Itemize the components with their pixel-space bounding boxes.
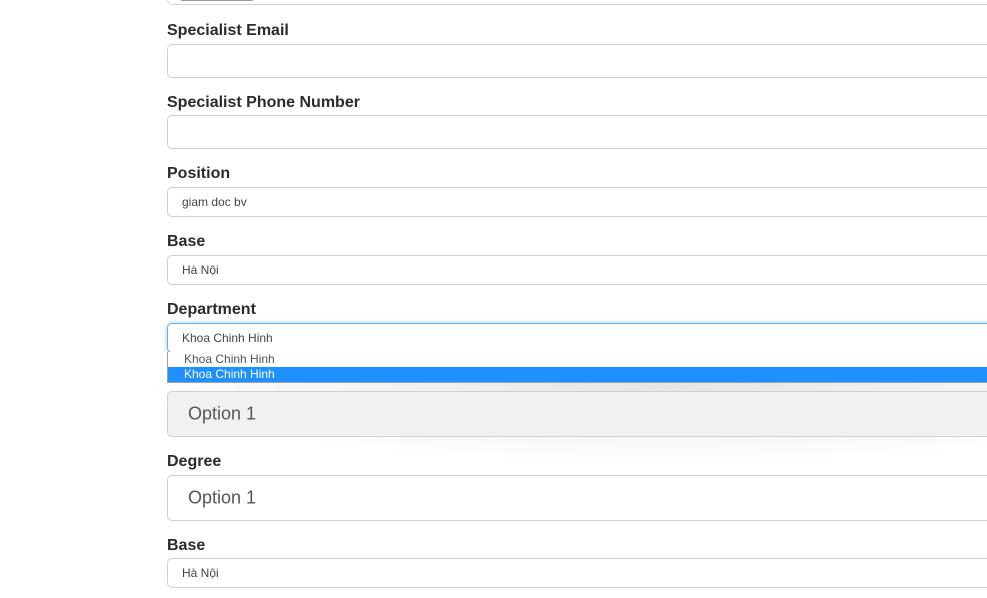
base-2-label: Base [167,537,206,554]
position-select[interactable]: giam doc bv [167,187,987,217]
base-label: Base [167,233,206,250]
department-select[interactable]: Khoa Chinh Hinh [167,323,987,353]
department-option-highlighted[interactable]: Khoa Chinh Hinh [168,367,987,382]
position-label: Position [167,165,231,182]
base-value: Hà Nội [182,263,219,277]
specialist-phone-label: Specialist Phone Number [167,94,360,111]
degree-value: Option 1 [188,487,257,508]
degree-label: Degree [167,453,222,470]
base-2-select[interactable]: Hà Nội [167,558,987,588]
specialist-email-label: Specialist Email [167,22,289,39]
previous-field-input[interactable] [167,0,987,5]
hidden-field-value: Option 1 [188,403,257,424]
degree-select[interactable]: Option 1 [167,475,987,521]
hidden-field-select[interactable]: Option 1 [167,391,987,437]
previous-field-fill [181,0,253,1]
base-2-value: Hà Nội [182,566,219,580]
department-dropdown-list[interactable]: Khoa Chinh Hinh Khoa Chinh Hinh [167,352,987,383]
department-label: Department [167,301,256,318]
position-value: giam doc bv [182,195,247,209]
base-select[interactable]: Hà Nội [167,255,987,285]
specialist-phone-field[interactable] [167,115,987,149]
specialist-email-field[interactable] [167,44,987,78]
department-value: Khoa Chinh Hinh [182,331,273,345]
department-option[interactable]: Khoa Chinh Hinh [168,352,987,367]
